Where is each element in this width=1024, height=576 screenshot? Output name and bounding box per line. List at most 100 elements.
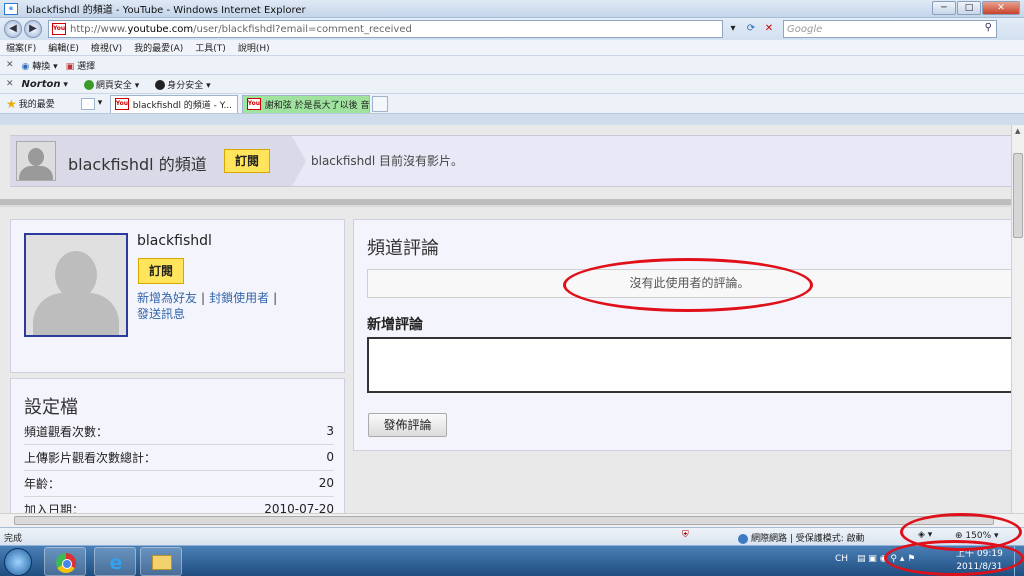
youtube-favicon-icon: You [114,98,129,110]
taskbar-chrome[interactable] [44,547,86,576]
refresh-icon[interactable]: ⟳ [743,21,759,37]
folder-icon [152,555,172,570]
profile-links: 新增為好友 | 封鎖使用者 | 發送訊息 [137,290,337,322]
status-text: 完成 [4,534,23,544]
info-key: 年齡： [24,477,61,491]
convert-label: 轉換 [32,61,51,72]
toolbar-convert: ✕ ◉ 轉換 ▾ ▣ 選擇 [0,56,1024,75]
vertical-scrollbar[interactable]: ▲ [1011,125,1024,513]
maximize-button[interactable]: □ [957,1,981,15]
scroll-up-icon[interactable]: ▲ [1015,127,1020,135]
menu-favorites[interactable]: 我的最愛(A) [134,41,183,54]
favorites-star-icon[interactable]: ★ [6,97,17,111]
tab-video-title: 謝和弦 於是長大了以後 音... [264,100,370,111]
profile-card: blackfishdl 訂閱 新增為好友 | 封鎖使用者 | 發送訊息 [10,219,345,373]
tab-tools: ▾ [80,97,106,110]
url-host: youtube.com [127,23,194,35]
youtube-favicon-icon: You [246,98,261,110]
search-icon[interactable]: ⚲ [985,22,992,33]
profile-avatar[interactable] [24,233,128,337]
security-zone[interactable]: 網際網路 | 受保護模式: 啟動 [738,531,865,544]
identity-safety-button[interactable]: 身分安全 ▾ [155,78,211,91]
horizontal-scrollbar[interactable] [0,513,1024,527]
url-path: /user/blackfishdl?email=comment_received [193,23,412,35]
address-row: ◀ ▶ You http://www. youtube.com/user/blac… [0,18,1024,40]
info-row: 頻道觀看次數： 3 [24,419,334,445]
add-friend-link[interactable]: 新增為好友 [137,291,197,305]
tab-list-icon[interactable]: ▾ [98,98,106,110]
post-comment-button[interactable]: 發佈評論 [368,413,447,437]
web-safety-label: 網頁安全 [95,80,132,91]
minimize-button[interactable]: ─ [932,1,956,15]
forward-button[interactable]: ▶ [24,20,42,38]
taskbar-ie[interactable]: e [94,547,136,576]
search-input[interactable]: Google ⚲ [783,20,997,38]
h-scroll-thumb[interactable] [14,516,994,525]
favorites-bar: ★ 我的最愛 ▾ You blackfishdl 的頻道 - Y... ✕ Yo… [0,94,1024,114]
send-message-link[interactable]: 發送訊息 [137,307,185,321]
menu-view[interactable]: 檢視(V) [91,41,122,54]
ie-icon: e [4,2,18,15]
tab-channel[interactable]: You blackfishdl 的頻道 - Y... ✕ [109,94,238,113]
tab-video[interactable]: You 謝和弦 於是長大了以後 音... [241,94,370,113]
youtube-favicon-icon: You [52,23,66,35]
address-input[interactable]: You http://www. youtube.com/user/blackfis… [48,20,723,38]
back-button[interactable]: ◀ [4,20,22,38]
menu-tools[interactable]: 工具(T) [195,41,226,54]
page-content: blackfishdl 的頻道 訂閱 blackfishdl 目前沒有影片。 b… [0,125,1011,513]
comments-card: 頻道評論 沒有此使用者的評論。 新增評論 發佈評論 [353,219,1011,451]
dropdown-icon[interactable]: ▾ [725,21,741,37]
avatar-head [28,148,44,166]
channel-header: blackfishdl 的頻道 訂閱 blackfishdl 目前沒有影片。 [10,135,1011,187]
info-row: 年齡： 20 [24,471,334,497]
quick-tabs-icon[interactable] [80,97,95,110]
taskbar-explorer[interactable] [140,547,182,576]
menu-edit[interactable]: 編輯(E) [48,41,79,54]
annotation-circle-tray [884,540,1024,576]
norton-button[interactable]: Norton ▾ [22,79,68,90]
ie-icon: e [109,552,123,574]
window-title: blackfishdl 的頻道 - YouTube - Windows Inte… [26,5,306,16]
shield-icon[interactable]: ⛨ [682,530,689,540]
select-button[interactable]: ▣ 選擇 [66,59,95,72]
close-button[interactable]: ✕ [982,1,1020,15]
profile-username: blackfishdl [137,233,212,249]
start-button[interactable] [4,548,32,576]
info-value: 0 [326,450,334,464]
block-user-link[interactable]: 封鎖使用者 [209,291,269,305]
avatar-body [19,166,53,180]
close-tab-icon[interactable]: ✕ [236,99,237,109]
close-toolbar-icon[interactable]: ✕ [6,60,14,70]
channel-subscribe-button[interactable]: 訂閱 [224,149,270,173]
scroll-thumb[interactable] [1013,153,1023,238]
channel-name: blackfishdl 的頻道 [68,155,207,174]
link-separator: | [201,291,206,305]
stop-icon[interactable]: ✕ [761,21,777,37]
taskbar: e CH ▤ ▣ ◉ ⚲ ▴ ⚑ 上午 09:19 2011/8/31 [0,545,1024,576]
browser-window: e blackfishdl 的頻道 - YouTube - Windows In… [0,0,1024,576]
window-controls: ─ □ ✕ [932,1,1020,15]
profile-info-card: 設定檔 頻道觀看次數： 3 上傳影片觀看次數總計： 0 年齡： 20 加入日期：… [10,378,345,513]
status-bar: 完成 ⛨ 網際網路 | 受保護模式: 啟動 ◈ ▾ ⊕ 150% ▾ [0,527,1024,545]
norton-logo: Norton [21,78,61,90]
link-separator: | [273,291,278,305]
select-icon: ▣ [65,61,75,72]
convert-button[interactable]: ◉ 轉換 ▾ [22,59,58,72]
divider [0,199,1011,207]
favorites-label[interactable]: 我的最愛 [19,97,55,110]
menu-file[interactable]: 檔案(F) [6,41,36,54]
info-value: 3 [326,424,334,438]
info-value: 2010-07-20 [264,502,334,513]
input-language[interactable]: CH [835,554,848,564]
info-row: 加入日期： 2010-07-20 [24,497,334,513]
comment-textarea[interactable] [367,337,1011,393]
add-comment-title: 新增評論 [367,317,423,333]
url-prefix: http://www. [70,23,128,35]
new-tab-button[interactable] [371,95,388,112]
select-label: 選擇 [77,61,96,72]
profile-subscribe-button[interactable]: 訂閱 [138,258,184,284]
close-norton-icon[interactable]: ✕ [6,79,14,89]
web-safety-button[interactable]: 網頁安全 ▾ [83,78,139,91]
menu-help[interactable]: 說明(H) [238,41,270,54]
title-bar: e blackfishdl 的頻道 - YouTube - Windows In… [0,0,1024,18]
